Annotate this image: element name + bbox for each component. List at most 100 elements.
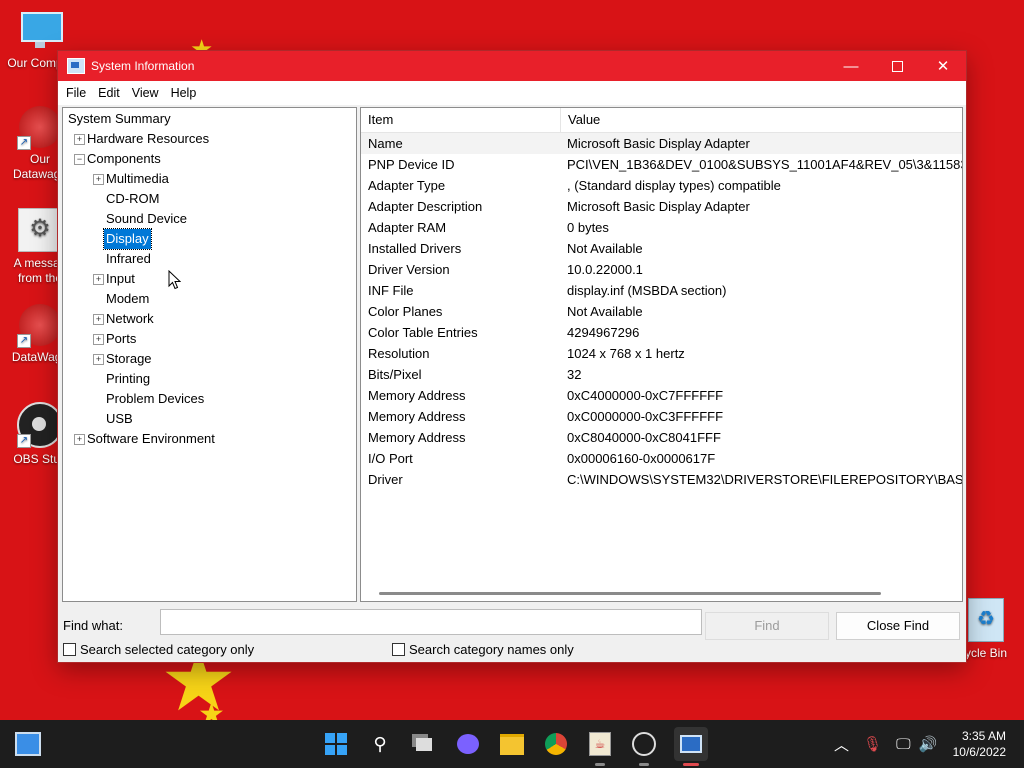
menu-edit[interactable]: Edit [92,86,126,100]
widgets-button[interactable] [14,730,42,758]
value-cell: 0xC4000000-0xC7FFFFFF [567,388,724,403]
expand-icon[interactable]: + [93,274,104,285]
network-icon[interactable]: 🖵 [896,736,910,753]
tree-node[interactable]: Sound Device [63,209,353,229]
tree-node[interactable]: + Ports [63,329,353,349]
table-row[interactable]: Installed Drivers Not Available [361,238,962,259]
file-explorer-button[interactable] [498,730,526,758]
task-view-icon [416,737,432,751]
category-tree[interactable]: System Summary + Hardware Resources − Compon… [62,107,357,602]
chrome-icon [545,733,567,755]
tree-node[interactable]: CD-ROM [63,189,353,209]
task-view-button[interactable] [410,730,438,758]
expand-icon[interactable]: + [93,354,104,365]
java-icon: ☕ [589,732,611,756]
start-button[interactable] [322,730,350,758]
search-selected-category-checkbox[interactable]: Search selected category only [63,642,254,657]
column-header-item[interactable]: Item [361,108,561,132]
menu-help[interactable]: Help [165,86,203,100]
tree-node[interactable]: Infrared [63,249,353,269]
tree-node[interactable]: − Components [63,149,353,169]
expand-icon[interactable]: + [93,174,104,185]
table-row[interactable]: Color Planes Not Available [361,301,962,322]
tree-node[interactable]: + Software Environment [63,429,353,449]
tree-node[interactable]: System Summary [63,109,353,129]
table-row[interactable]: Driver Version 10.0.22000.1 [361,259,962,280]
title-bar[interactable]: System Information — ✕ [58,51,966,81]
tree-node[interactable]: + Storage [63,349,353,369]
table-row[interactable]: Memory Address 0xC0000000-0xC3FFFFFF [361,406,962,427]
search-button[interactable]: ⚲ [366,730,394,758]
tree-node[interactable]: + Network [63,309,353,329]
table-row[interactable]: I/O Port 0x00006160-0x0000617F [361,448,962,469]
collapse-icon[interactable]: − [74,154,85,165]
table-row[interactable]: Memory Address 0xC8040000-0xC8041FFF [361,427,962,448]
details-list[interactable]: Item Value Name Microsoft Basic Display A… [360,107,963,602]
table-row[interactable]: Name Microsoft Basic Display Adapter [361,133,962,154]
taskbar-clock[interactable]: 3:35 AM 10/6/2022 [953,728,1006,760]
obs-button[interactable] [630,730,658,758]
expand-icon[interactable]: + [74,134,85,145]
window-content: System Summary + Hardware Resources − Compon… [58,105,966,662]
tree-node[interactable]: + Hardware Resources [63,129,353,149]
expand-icon[interactable]: + [93,334,104,345]
item-cell: Name [368,136,403,151]
maximize-button[interactable] [874,51,920,81]
expand-icon[interactable]: + [74,434,85,445]
tree-node[interactable]: Display [63,228,353,250]
tree-node-label: Problem Devices [106,391,205,406]
volume-icon[interactable]: 🔊 [919,735,938,753]
tree-node-label: Modem [106,291,150,306]
item-cell: Color Table Entries [368,325,478,340]
running-indicator [639,763,649,766]
tree-node[interactable]: + Multimedia [63,169,353,189]
table-row[interactable]: Resolution 1024 x 768 x 1 hertz [361,343,962,364]
window-title: System Information [91,59,195,73]
find-button[interactable]: Find [705,612,829,640]
microphone-icon[interactable]: 🎙 [863,735,882,753]
close-find-button[interactable]: Close Find [836,612,960,640]
menu-view[interactable]: View [126,86,165,100]
table-row[interactable]: Color Table Entries 4294967296 [361,322,962,343]
shortcut-arrow-icon: ↗ [17,434,31,448]
show-hidden-icons-chevron-icon[interactable]: ︿ [834,734,849,755]
table-row[interactable]: INF File display.inf (MSBDA section) [361,280,962,301]
item-cell: I/O Port [368,451,413,466]
tree-node-label: USB [106,411,133,426]
menu-file[interactable]: File [60,86,92,100]
find-what-input[interactable] [160,609,702,635]
table-row[interactable]: PNP Device ID PCI\VEN_1B36&DEV_0100&SUBSY… [361,154,962,175]
chrome-button[interactable] [542,730,570,758]
expand-icon[interactable]: + [93,314,104,325]
tree-node[interactable]: Printing [63,369,353,389]
tree-node[interactable]: USB [63,409,353,429]
clock-date: 10/6/2022 [952,745,1006,759]
tree-node[interactable]: Modem [63,289,353,309]
close-button[interactable]: ✕ [920,51,966,81]
tree-node[interactable]: + Input [63,269,353,289]
system-information-taskbar-button[interactable] [674,727,708,761]
table-row[interactable]: Adapter Type , (Standard display types) c… [361,175,962,196]
item-cell: Installed Drivers [368,241,462,256]
table-row[interactable]: Bits/Pixel 32 [361,364,962,385]
value-cell: Microsoft Basic Display Adapter [567,136,750,151]
shortcut-arrow-icon: ↗ [17,334,31,348]
column-header-value[interactable]: Value [561,108,600,132]
horizontal-scrollbar[interactable] [379,592,881,595]
value-cell: 0 bytes [567,220,609,235]
tree-node[interactable]: Problem Devices [63,389,353,409]
folder-icon [500,733,524,755]
table-row[interactable]: Driver C:\WINDOWS\SYSTEM32\DRIVERSTORE\FI… [361,469,962,490]
table-row[interactable]: Adapter Description Microsoft Basic Displ… [361,196,962,217]
system-information-icon [67,58,85,74]
item-cell: Driver [368,472,403,487]
minimize-button[interactable]: — [828,51,874,81]
table-row[interactable]: Memory Address 0xC4000000-0xC7FFFFFF [361,385,962,406]
java-app-button[interactable]: ☕ [586,730,614,758]
search-category-names-checkbox[interactable]: Search category names only [392,642,574,657]
table-row[interactable]: Adapter RAM 0 bytes [361,217,962,238]
item-cell: PNP Device ID [368,157,455,172]
mouse-cursor-icon [168,270,181,290]
tree-node-label: Input [106,271,135,286]
chat-button[interactable] [454,730,482,758]
